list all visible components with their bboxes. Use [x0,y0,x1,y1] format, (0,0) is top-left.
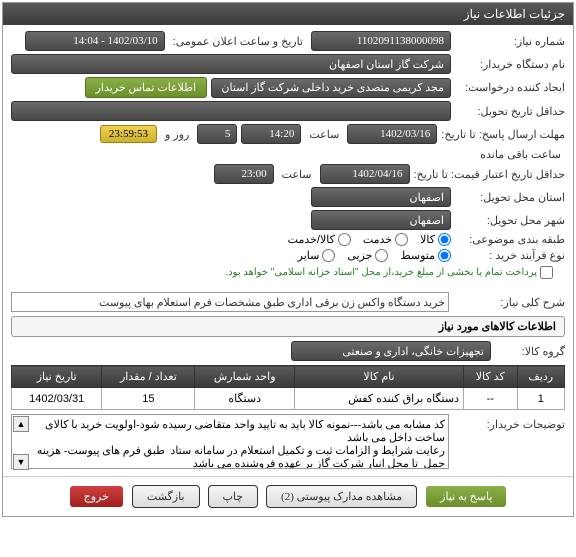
attachments-button[interactable]: مشاهده مدارک پیوستی (2) [266,485,417,508]
form-area: شماره نیاز: تاریخ و ساعت اعلان عمومی: نا… [3,25,573,288]
topic-class-label: طبقه بندی موضوعی: [455,233,565,246]
scroll-down-icon[interactable]: ▼ [13,454,29,470]
buyer-org-label: نام دستگاه خریدار: [455,58,565,71]
announce-input[interactable] [25,31,165,51]
announce-label: تاریخ و ساعت اعلان عمومی: [169,35,307,48]
details-panel: جزئیات اطلاعات نیاز شماره نیاز: تاریخ و … [2,2,574,517]
need-no-label: شماره نیاز: [455,35,565,48]
items-table: ردیف کد کالا نام کالا واحد شمارش تعداد /… [11,365,565,410]
radio-service[interactable]: خدمت [363,233,408,246]
cell-date: 1402/03/31 [12,388,102,410]
th-unit: واحد شمارش [195,366,295,388]
purchase-type-label: نوع فرآیند خرید : [455,249,565,262]
time-label-1: ساعت [305,128,343,141]
days-label: روز و [161,128,193,141]
radio-partial[interactable]: جزیی [347,249,388,262]
validity-label: حداقل تاریخ اعتبار قیمت: تا تاریخ: [414,168,565,181]
requester-input[interactable] [211,78,451,98]
back-button[interactable]: بازگشت [132,485,200,508]
validity-time-input[interactable] [214,164,274,184]
buyer-notes-label: توضیحات خریدار: [455,414,565,431]
deadline-label: حداقل تاریخ تحویل: [455,105,565,118]
th-code: کد کالا [463,366,517,388]
cell-name: دستگاه براق کننده کفش [295,388,464,410]
requester-label: ایجاد کننده درخواست: [455,81,565,94]
group-input[interactable] [291,341,491,361]
radio-goods-service[interactable]: کالا/خدمت [288,233,351,246]
payment-checkbox-wrap[interactable]: پرداخت تمام یا بخشی از مبلغ خرید،از محل … [225,266,553,279]
contact-info-button[interactable]: اطلاعات تماس خریدار [85,77,207,98]
th-date: تاریخ نیاز [12,366,102,388]
validity-date-input[interactable] [320,164,410,184]
city-label: شهر محل تحویل: [455,214,565,227]
th-row: ردیف [517,366,565,388]
purchase-type-radios: متوسط جزیی سایر [298,249,451,262]
radio-other[interactable]: سایر [298,249,336,262]
th-qty: تعداد / مقدار [102,366,195,388]
cell-unit: دستگاه [195,388,295,410]
city-input[interactable] [311,210,451,230]
cell-code: -- [463,388,517,410]
scroll-up-icon[interactable]: ▲ [13,416,29,432]
payment-checkbox[interactable] [540,266,553,279]
print-button[interactable]: چاپ [208,485,259,508]
reply-time-input[interactable] [241,124,301,144]
remaining-time-badge: 23:59:53 [100,125,157,143]
need-no-input[interactable] [311,31,451,51]
remaining-label: ساعت باقی مانده [476,148,565,161]
table-row[interactable]: 1 -- دستگاه براق کننده کفش دستگاه 15 140… [12,388,565,410]
place-input[interactable] [311,187,451,207]
desc-title-input[interactable] [11,292,449,312]
days-input[interactable] [197,124,237,144]
desc-title-label: شرح کلی نیاز: [455,292,565,309]
respond-button[interactable]: پاسخ به نیاز [425,485,507,508]
radio-medium[interactable]: متوسط [400,249,451,262]
buyer-notes-textarea[interactable] [11,414,449,469]
exit-button[interactable]: خروج [69,485,124,508]
group-label: گروه کالا: [495,345,565,358]
footer-toolbar: پاسخ به نیاز مشاهده مدارک پیوستی (2) چاپ… [3,476,573,516]
items-section-header: اطلاعات کالاهای مورد نیاز [11,316,565,337]
reply-date-input[interactable] [347,124,437,144]
panel-title: جزئیات اطلاعات نیاز [3,3,573,25]
payment-note: پرداخت تمام یا بخشی از مبلغ خرید،از محل … [225,267,537,278]
radio-goods[interactable]: کالا [420,233,451,246]
table-header-row: ردیف کد کالا نام کالا واحد شمارش تعداد /… [12,366,565,388]
cell-row: 1 [517,388,565,410]
time-label-2: ساعت [278,168,316,181]
buyer-org-input[interactable] [11,54,451,74]
cell-qty: 15 [102,388,195,410]
deadline-input[interactable] [11,101,451,121]
th-name: نام کالا [295,366,464,388]
topic-class-radios: کالا خدمت کالا/خدمت [288,233,451,246]
reply-deadline-label: مهلت ارسال پاسخ: تا تاریخ: [441,128,565,141]
place-label: استان محل تحویل: [455,191,565,204]
